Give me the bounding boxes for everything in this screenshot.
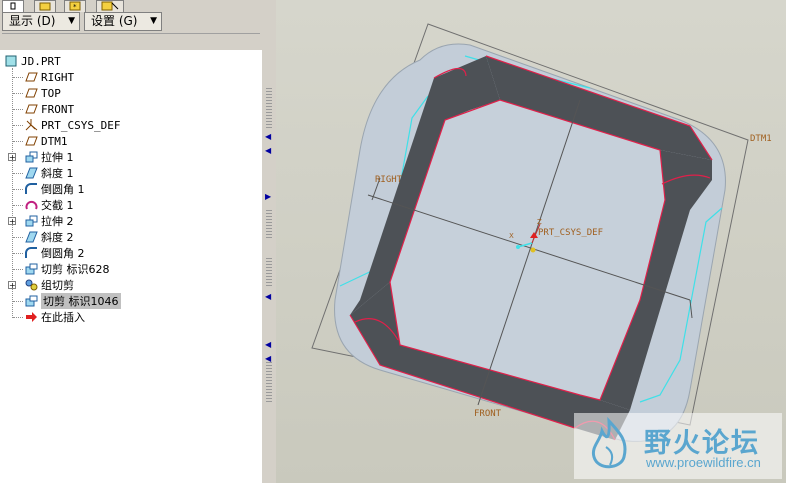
draft-icon <box>24 167 38 179</box>
model-tree-icon <box>10 2 16 10</box>
tree-item-label: TOP <box>41 86 61 100</box>
tree-item-prt-csys-def[interactable]: PRT_CSYS_DEF <box>13 117 121 133</box>
csys-label: PRT_CSYS_DEF <box>538 228 604 238</box>
datum-plane-icon <box>24 103 38 115</box>
tree-item-right[interactable]: RIGHT <box>13 69 75 85</box>
watermark-url: www.proewildfire.cn <box>646 455 761 470</box>
tree-item-label: 交截 1 <box>41 199 74 212</box>
tree-item-label: 切剪 标识1046 <box>41 293 121 309</box>
datum-plane-icon <box>24 135 38 147</box>
display-dropdown-button[interactable]: 显示 (D) ▼ <box>2 12 80 31</box>
settings-dropdown-button[interactable]: 设置 (G) ▼ <box>84 12 162 31</box>
tree-header-bar <box>2 33 260 50</box>
tree-item-label: RIGHT <box>41 70 75 84</box>
collapse-left-icon[interactable]: ◀ <box>265 132 271 141</box>
expand-toggle[interactable]: + <box>8 217 16 226</box>
csys-x-dot <box>516 245 520 249</box>
csys-z-label: Z <box>537 218 542 226</box>
splitter-grip[interactable] <box>266 258 272 288</box>
splitter-grip[interactable] <box>266 88 272 128</box>
watermark: 野火论坛 www.proewildfire.cn <box>574 413 782 479</box>
cut-icon <box>24 295 38 307</box>
model-tree-panel: * 显示 (D) ▼ 设置 (G) ▼ JD.PRT RIGHT TOP FRO… <box>0 0 263 483</box>
tree-item-label: DTM1 <box>41 134 68 148</box>
panel-splitter[interactable]: ◀ ◀ ▶ ◀ ◀ ◀ <box>262 0 276 483</box>
tree-item-root[interactable]: JD.PRT <box>4 53 61 69</box>
tree-item-dtm1[interactable]: DTM1 <box>13 133 68 149</box>
tree-item-label: 拉伸 1 <box>41 151 74 164</box>
tab-connections[interactable] <box>96 0 124 12</box>
round-icon <box>24 247 38 259</box>
tree-item-group-cut[interactable]: 组切剪 <box>24 277 74 293</box>
tab-model-tree[interactable] <box>2 0 24 12</box>
datum-plane-icon <box>24 71 38 83</box>
tree-item-round-1[interactable]: 倒圆角 1 <box>13 181 85 197</box>
flame-logo-icon <box>591 417 627 469</box>
part-model <box>311 23 749 442</box>
tree-item-top[interactable]: TOP <box>13 85 61 101</box>
group-icon <box>24 279 38 291</box>
chevron-down-icon: ▼ <box>150 16 157 26</box>
intersect-icon <box>24 199 38 211</box>
extrude-icon <box>24 215 38 227</box>
tab-favorites[interactable]: * <box>64 0 86 12</box>
expand-toggle[interactable]: + <box>8 153 16 162</box>
model-tree[interactable]: JD.PRT RIGHT TOP FRONT PRT_CSYS_DEF DTM1 <box>0 50 263 483</box>
part-icon <box>4 55 18 67</box>
display-label: 显示 (D) <box>9 14 56 28</box>
tree-item-label: 倒圆角 1 <box>41 183 85 196</box>
csys-origin <box>530 247 536 253</box>
tree-item-extrude-2[interactable]: 拉伸 2 <box>24 213 74 229</box>
tree-item-cut-1046[interactable]: 切剪 标识1046 <box>13 293 121 309</box>
navigator-tabs: * <box>0 0 262 12</box>
tab-folder[interactable] <box>34 0 56 12</box>
tree-item-label: JD.PRT <box>21 54 61 68</box>
round-icon <box>24 183 38 195</box>
cut-icon <box>24 263 38 275</box>
collapse-left-icon[interactable]: ▶ <box>265 192 271 201</box>
right-plane-label: RIGHT <box>375 175 403 185</box>
tree-item-label: 切剪 标识628 <box>41 263 110 276</box>
tree-item-label: 斜度 1 <box>41 167 74 180</box>
datum-plane-icon <box>24 87 38 99</box>
front-plane-label: FRONT <box>474 409 502 419</box>
tree-item-round-2[interactable]: 倒圆角 2 <box>13 245 85 261</box>
draft-icon <box>24 231 38 243</box>
csys-x-label: X <box>509 232 514 240</box>
tree-item-label: 倒圆角 2 <box>41 247 85 260</box>
folder-icon <box>39 2 51 11</box>
tree-item-label: 斜度 2 <box>41 231 74 244</box>
insert-here-arrow-icon <box>24 311 38 323</box>
tree-item-cut-628[interactable]: 切剪 标识628 <box>13 261 110 277</box>
svg-text:*: * <box>73 3 77 11</box>
chevron-down-icon: ▼ <box>68 16 75 26</box>
tree-item-label: 拉伸 2 <box>41 215 74 228</box>
expand-toggle[interactable]: + <box>8 281 16 290</box>
collapse-left-icon[interactable]: ◀ <box>265 292 271 301</box>
tree-item-label: FRONT <box>41 102 75 116</box>
tree-item-draft-2[interactable]: 斜度 2 <box>13 229 74 245</box>
tree-item-intersect-1[interactable]: 交截 1 <box>13 197 74 213</box>
collapse-left-icon[interactable]: ◀ <box>265 146 271 155</box>
tree-item-draft-1[interactable]: 斜度 1 <box>13 165 74 181</box>
tree-item-insert-here[interactable]: 在此插入 <box>13 309 85 325</box>
connections-icon <box>101 1 119 11</box>
splitter-grip[interactable] <box>266 210 272 240</box>
tree-item-label: PRT_CSYS_DEF <box>41 118 121 132</box>
extrude-icon <box>24 151 38 163</box>
csys-icon <box>24 119 38 131</box>
tree-item-label: 组切剪 <box>41 279 74 292</box>
dtm1-label: DTM1 <box>750 134 772 144</box>
tree-item-extrude-1[interactable]: 拉伸 1 <box>24 149 74 165</box>
favorites-icon: * <box>69 1 81 11</box>
settings-label: 设置 (G) <box>91 14 138 28</box>
collapse-left-icon[interactable]: ◀ <box>265 340 271 349</box>
tree-item-front[interactable]: FRONT <box>13 101 75 117</box>
splitter-grip[interactable] <box>266 362 272 402</box>
graphics-viewport[interactable]: DTM1 RIGHT FRONT PRT_CSYS_DEF X Z <box>276 0 786 483</box>
tree-item-label: 在此插入 <box>41 311 85 324</box>
